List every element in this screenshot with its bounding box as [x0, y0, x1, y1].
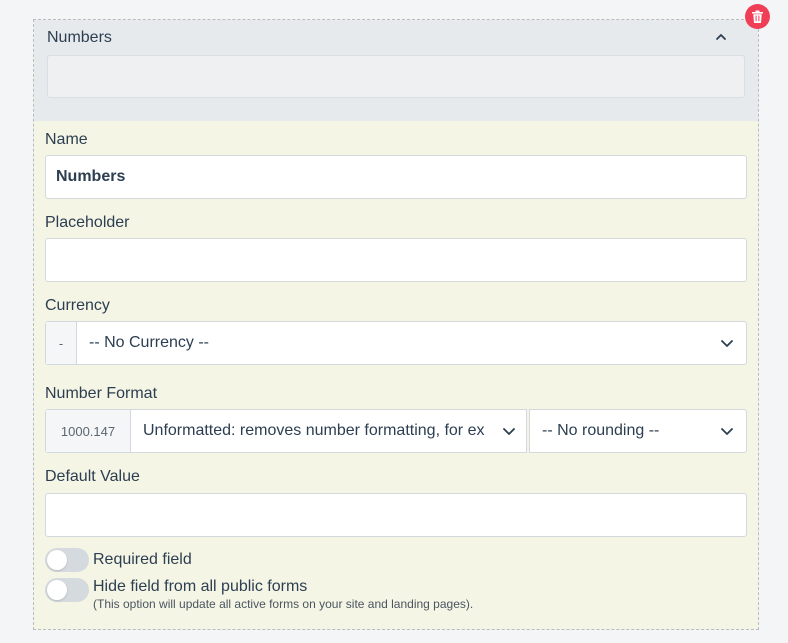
- placeholder-label: Placeholder: [45, 214, 130, 231]
- number-format-label: Number Format: [45, 385, 158, 402]
- number-format-control: 1000.147 Unformatted: removes number for…: [45, 409, 527, 453]
- currency-select[interactable]: -- No Currency --: [77, 322, 746, 364]
- hide-field-hint: (This option will update all active form…: [93, 597, 474, 611]
- required-field-label: Required field: [93, 551, 192, 568]
- rounding-select[interactable]: -- No rounding --: [530, 410, 746, 452]
- default-value-label: Default Value: [45, 468, 140, 485]
- hide-field-toggle[interactable]: [45, 578, 89, 602]
- rounding-control: -- No rounding --: [529, 409, 747, 453]
- default-value-input[interactable]: [45, 493, 747, 537]
- toggle-knob: [47, 550, 67, 570]
- card-header[interactable]: Numbers: [34, 20, 758, 121]
- delete-field-button[interactable]: [745, 4, 770, 29]
- name-input[interactable]: Numbers: [45, 155, 747, 199]
- chevron-down-icon: [721, 340, 733, 347]
- chevron-up-icon[interactable]: [714, 30, 728, 44]
- number-format-group: 1000.147 Unformatted: removes number for…: [45, 409, 747, 453]
- name-label: Name: [45, 131, 88, 148]
- field-preview-box: [47, 55, 745, 98]
- currency-group: - -- No Currency --: [45, 321, 747, 365]
- number-format-select[interactable]: Unformatted: removes number formatting, …: [131, 410, 526, 452]
- card-title: Numbers: [47, 29, 112, 46]
- toggle-knob: [47, 580, 67, 600]
- trash-icon: [752, 10, 763, 23]
- hide-field-label: Hide field from all public forms: [93, 578, 308, 595]
- required-field-toggle[interactable]: [45, 548, 89, 572]
- currency-addon: -: [46, 322, 77, 364]
- rounding-select-value: -- No rounding --: [542, 422, 660, 439]
- chevron-down-icon: [721, 428, 733, 435]
- chevron-down-icon: [503, 428, 515, 435]
- number-format-addon: 1000.147: [46, 410, 131, 452]
- currency-select-value: -- No Currency --: [89, 334, 210, 351]
- currency-label: Currency: [45, 297, 110, 314]
- number-format-select-value: Unformatted: removes number formatting, …: [143, 422, 485, 439]
- placeholder-input[interactable]: [45, 238, 747, 282]
